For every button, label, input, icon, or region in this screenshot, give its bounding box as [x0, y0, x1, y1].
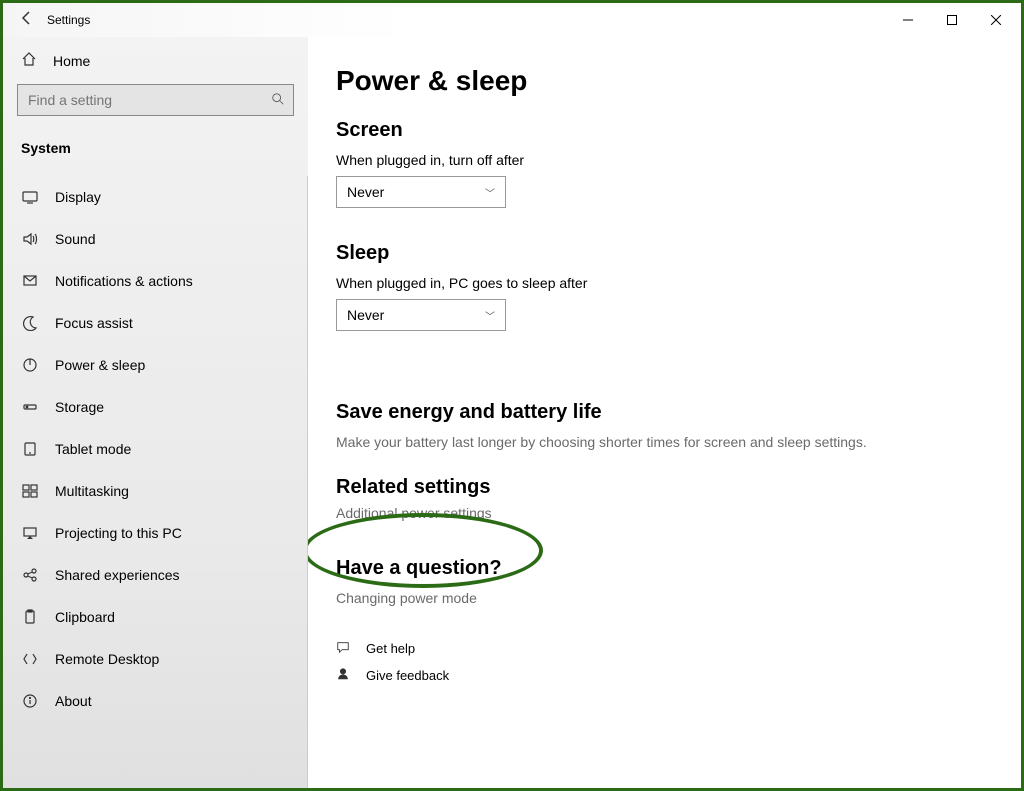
sound-icon	[21, 230, 39, 248]
search-box[interactable]	[17, 84, 294, 116]
nav-about[interactable]: About	[3, 680, 307, 722]
nav-label: Shared experiences	[55, 567, 180, 583]
nav-tablet-mode[interactable]: Tablet mode	[3, 428, 307, 470]
nav-clipboard[interactable]: Clipboard	[3, 596, 307, 638]
page-title: Power & sleep	[336, 65, 981, 97]
chevron-down-icon: ﹀	[485, 308, 495, 323]
chevron-down-icon: ﹀	[485, 185, 495, 200]
settings-window: Settings Home System	[0, 0, 1024, 791]
tablet-icon	[21, 440, 39, 458]
info-icon	[21, 692, 39, 710]
nav-label: Multitasking	[55, 483, 129, 499]
nav-display[interactable]: Display	[3, 176, 307, 218]
additional-power-settings-link[interactable]: Additional power settings	[336, 505, 981, 521]
window-controls	[886, 6, 1018, 34]
projecting-icon	[21, 524, 39, 542]
home-label: Home	[53, 53, 90, 69]
home-icon	[21, 51, 43, 70]
nav-label: Projecting to this PC	[55, 525, 182, 541]
search-icon	[263, 92, 293, 109]
home-link[interactable]: Home	[3, 43, 308, 78]
clipboard-icon	[21, 608, 39, 626]
screen-heading: Screen	[336, 119, 981, 142]
sleep-dropdown[interactable]: Never ﹀	[336, 299, 506, 331]
screen-label: When plugged in, turn off after	[336, 152, 981, 168]
nav-label: Notifications & actions	[55, 273, 193, 289]
multitask-icon	[21, 482, 39, 500]
maximize-button[interactable]	[930, 6, 974, 34]
remote-icon	[21, 650, 39, 668]
search-input[interactable]	[18, 92, 263, 108]
nav-notifications[interactable]: Notifications & actions	[3, 260, 307, 302]
sleep-label: When plugged in, PC goes to sleep after	[336, 275, 981, 291]
nav-projecting[interactable]: Projecting to this PC	[3, 512, 307, 554]
sleep-value: Never	[347, 307, 384, 323]
energy-heading: Save energy and battery life	[336, 401, 981, 424]
sleep-heading: Sleep	[336, 242, 981, 265]
notification-icon	[21, 272, 39, 290]
nav-label: Storage	[55, 399, 104, 415]
nav-label: Focus assist	[55, 315, 133, 331]
sidebar: Home System Display Sound	[3, 37, 308, 788]
back-button[interactable]	[13, 10, 41, 31]
minimize-button[interactable]	[886, 6, 930, 34]
category-heading: System	[3, 130, 308, 170]
nav-label: Remote Desktop	[55, 651, 159, 667]
moon-icon	[21, 314, 39, 332]
energy-text: Make your battery last longer by choosin…	[336, 434, 981, 450]
nav-list: Display Sound Notifications & actions Fo…	[3, 176, 308, 788]
nav-power-sleep[interactable]: Power & sleep	[3, 344, 307, 386]
nav-focus-assist[interactable]: Focus assist	[3, 302, 307, 344]
get-help-link[interactable]: Get help	[336, 640, 981, 657]
question-heading: Have a question?	[336, 557, 981, 580]
give-feedback-label: Give feedback	[366, 668, 449, 683]
screen-dropdown[interactable]: Never ﹀	[336, 176, 506, 208]
nav-label: Display	[55, 189, 101, 205]
close-button[interactable]	[974, 6, 1018, 34]
display-icon	[21, 188, 39, 206]
nav-shared-experiences[interactable]: Shared experiences	[3, 554, 307, 596]
screen-value: Never	[347, 184, 384, 200]
nav-label: Tablet mode	[55, 441, 131, 457]
power-icon	[21, 356, 39, 374]
related-heading: Related settings	[336, 476, 981, 499]
nav-remote-desktop[interactable]: Remote Desktop	[3, 638, 307, 680]
nav-label: Power & sleep	[55, 357, 145, 373]
nav-label: Clipboard	[55, 609, 115, 625]
main-content: Power & sleep Screen When plugged in, tu…	[308, 37, 1021, 788]
share-icon	[21, 566, 39, 584]
give-feedback-link[interactable]: Give feedback	[336, 667, 981, 684]
nav-sound[interactable]: Sound	[3, 218, 307, 260]
nav-storage[interactable]: Storage	[3, 386, 307, 428]
window-title: Settings	[47, 13, 90, 27]
feedback-icon	[336, 667, 352, 684]
get-help-label: Get help	[366, 641, 415, 656]
nav-label: About	[55, 693, 92, 709]
nav-label: Sound	[55, 231, 95, 247]
nav-multitasking[interactable]: Multitasking	[3, 470, 307, 512]
help-icon	[336, 640, 352, 657]
changing-power-mode-link[interactable]: Changing power mode	[336, 590, 981, 606]
titlebar: Settings	[3, 3, 1021, 37]
storage-icon	[21, 398, 39, 416]
